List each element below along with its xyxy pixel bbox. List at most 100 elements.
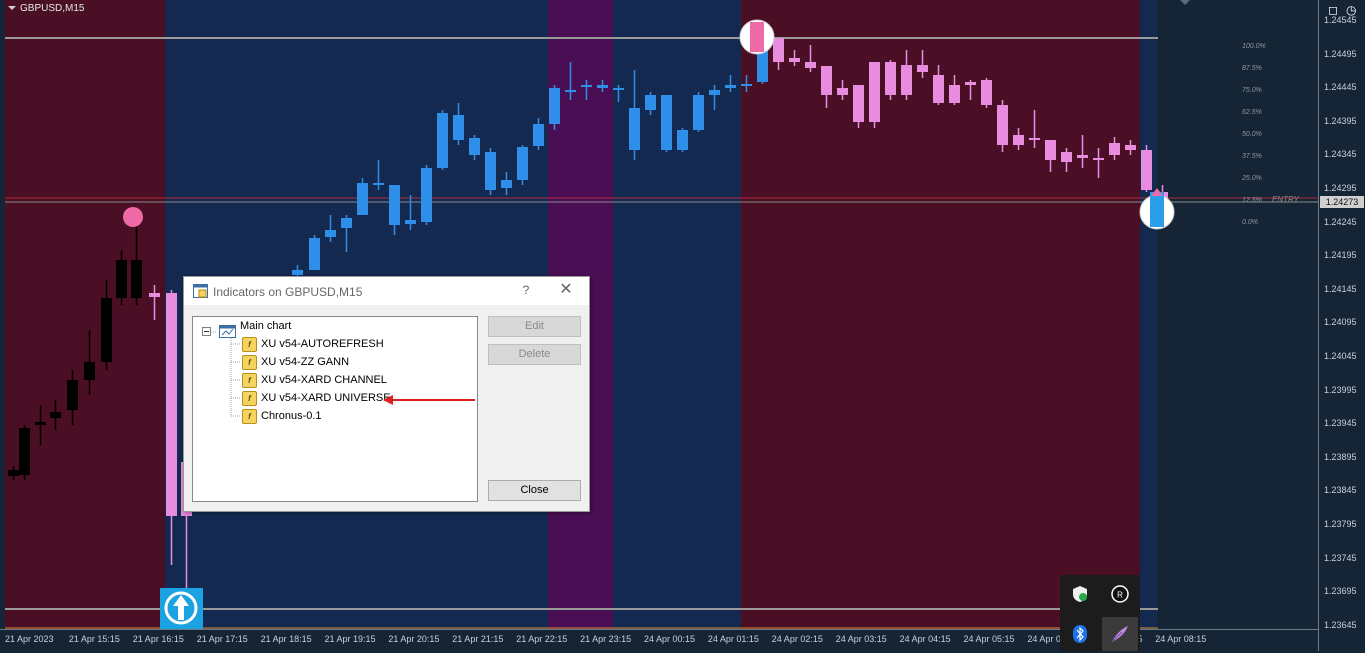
help-button[interactable]: ? [516, 283, 536, 297]
candle-body [549, 88, 560, 124]
candle-body [50, 412, 61, 418]
candle-body [101, 298, 112, 362]
indicator-item-autorefresh[interactable]: XU v54-AUTOREFRESH [261, 336, 384, 352]
system-tray-overflow: R [1060, 575, 1140, 651]
indicator-item-xard-channel[interactable]: XU v54-XARD CHANNEL [261, 372, 387, 388]
price-label: 1.24095 [1324, 317, 1357, 328]
price-label: 1.24245 [1324, 216, 1357, 227]
candle-body [517, 147, 528, 180]
price-label: 1.23795 [1324, 519, 1357, 529]
candle-body [645, 95, 656, 110]
candle-body [67, 380, 78, 410]
price-label: 1.24545 [1324, 15, 1357, 25]
dialog-titlebar[interactable]: Indicators on GBPUSD,M15 ? ✕ [184, 277, 589, 305]
indicator-item-xard-universe[interactable]: XU v54-XARD UNIVERSE [261, 390, 391, 406]
candle-body [116, 260, 127, 298]
indicator-fx-icon: f [242, 409, 257, 424]
indicator-item-chronus[interactable]: Chronus-0.1 [261, 408, 322, 424]
price-label: 1.24045 [1324, 351, 1357, 361]
app-icon[interactable]: R [1110, 585, 1130, 605]
fib-level-label: 50.0% [1242, 131, 1262, 138]
candle-body [325, 230, 336, 237]
indicators-dialog: Indicators on GBPUSD,M15 ? ✕ Main chart … [183, 276, 590, 512]
svg-text:R: R [1117, 591, 1123, 600]
delete-button[interactable]: Delete [488, 344, 581, 365]
time-label: 21 Apr 15:15 [68, 634, 120, 644]
candle-body [84, 362, 95, 380]
feather-icon[interactable] [1102, 617, 1138, 651]
candle-body [981, 80, 992, 105]
price-label: 1.23645 [1324, 619, 1357, 630]
fib-level-label: 25.0% [1242, 175, 1262, 182]
time-label: 21 Apr 22:15 [516, 634, 568, 644]
price-axis[interactable]: ◻ ◷ 1.24545 1.24495 1.24445 1.24395 1.24345 1… [1318, 0, 1365, 651]
time-label: 24 Apr 03:15 [835, 634, 887, 644]
candle-body [805, 62, 816, 68]
time-label: 21 Apr 16:15 [132, 634, 184, 644]
indicator-list-icon [193, 284, 208, 303]
close-button[interactable]: Close [488, 480, 581, 501]
price-label: 1.24345 [1324, 149, 1357, 160]
candle-body [373, 183, 384, 185]
bluetooth-icon[interactable] [1070, 625, 1090, 645]
candle-body [35, 422, 46, 425]
candle-body [661, 95, 672, 150]
candle-body [389, 185, 400, 225]
indicator-fx-icon: f [242, 355, 257, 370]
candle-body [597, 85, 608, 88]
candle-body [1109, 143, 1120, 155]
time-label: 24 Apr 00:15 [644, 634, 696, 644]
close-icon[interactable]: ✕ [556, 279, 576, 299]
time-label: 21 Apr 2023 [5, 634, 54, 644]
entry-label: ENTRY [1272, 195, 1299, 204]
candle-body [901, 65, 912, 95]
time-label: 24 Apr 05:15 [963, 634, 1015, 644]
dialog-title: Indicators on GBPUSD,M15 [213, 285, 363, 299]
price-label: 1.24395 [1324, 115, 1357, 126]
candle-body [837, 88, 848, 95]
indicator-fx-icon: f [242, 337, 257, 352]
candle-body [1045, 140, 1056, 160]
candle-body [405, 220, 416, 224]
fib-level-label: 75.0% [1242, 87, 1262, 94]
candle-body [949, 85, 960, 103]
fib-level-label: 12.5% [1242, 197, 1262, 204]
trend-zone [5, 0, 165, 629]
indicator-tree[interactable]: Main chart f XU v54-AUTOREFRESH f XU v54… [192, 316, 478, 502]
candle-body [885, 62, 896, 95]
indicator-item-zz-gann[interactable]: XU v54-ZZ GANN [261, 354, 349, 370]
candle-body [917, 65, 928, 72]
candle-body [565, 90, 576, 92]
current-price-label: 1.24273 [1320, 196, 1364, 208]
time-label: 21 Apr 21:15 [452, 634, 504, 644]
time-label: 21 Apr 18:15 [260, 634, 312, 644]
buy-signal-bar [1150, 192, 1164, 227]
candle-body [19, 428, 30, 475]
candle-body [613, 88, 624, 90]
price-label: 1.24295 [1324, 183, 1357, 193]
price-label: 1.23995 [1324, 384, 1357, 395]
price-label: 1.24145 [1324, 283, 1357, 294]
price-label: 1.23945 [1324, 418, 1357, 429]
indicator-fx-icon: f [242, 391, 257, 406]
candle-body [965, 82, 976, 85]
candle-body [166, 293, 177, 516]
price-label: 1.23895 [1324, 451, 1357, 462]
candle-body [453, 115, 464, 140]
candle-body [709, 90, 720, 95]
candle-body [1125, 145, 1136, 150]
candle-body [437, 113, 448, 168]
time-label: 21 Apr 20:15 [388, 634, 440, 644]
candle-body [741, 84, 752, 86]
candle-body [357, 183, 368, 215]
price-label: 1.24195 [1324, 250, 1357, 261]
candle-body [1061, 152, 1072, 162]
tree-root-main-chart[interactable]: Main chart [240, 318, 291, 334]
candle-body [131, 260, 142, 298]
candle-body [533, 124, 544, 146]
candle-body [8, 470, 19, 476]
time-label: 21 Apr 23:15 [580, 634, 632, 644]
candle-body [869, 62, 880, 122]
edit-button[interactable]: Edit [488, 316, 581, 337]
security-shield-icon[interactable] [1070, 585, 1090, 605]
